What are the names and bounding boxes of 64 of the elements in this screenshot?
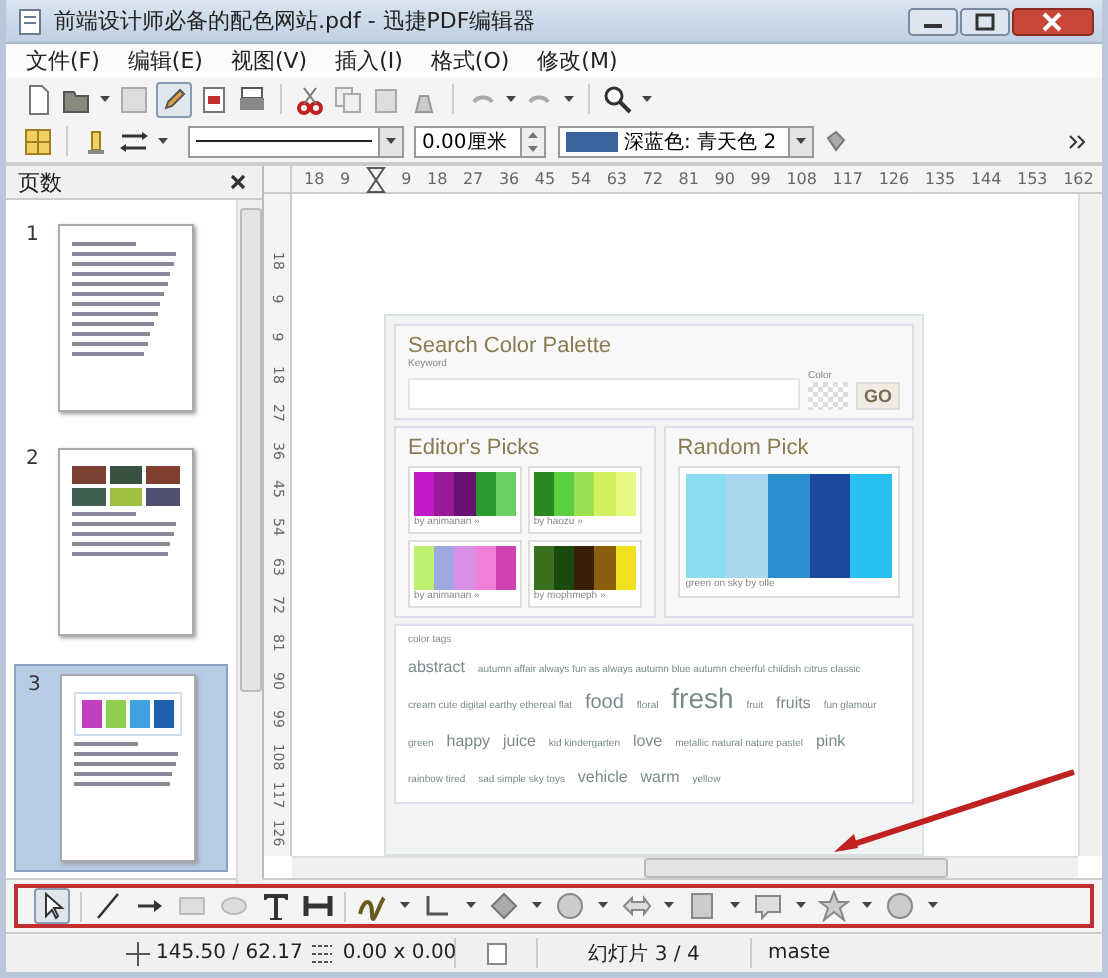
grid-icon[interactable] [22, 125, 54, 157]
master-page-name: maste [768, 942, 831, 964]
tag-link[interactable]: food [584, 692, 624, 715]
page-item[interactable]: 3 [14, 664, 228, 872]
circle-shape-icon[interactable] [884, 890, 916, 922]
section-title: Random Pick [677, 436, 811, 460]
edit-icon[interactable] [156, 81, 192, 117]
close-icon[interactable] [1012, 5, 1094, 37]
menu-item[interactable]: 文件(F) [26, 46, 100, 76]
menu-item[interactable]: 视图(V) [230, 46, 308, 76]
print-icon[interactable] [236, 83, 268, 115]
tag-link[interactable]: juice [503, 731, 536, 750]
menu-item[interactable]: 编辑(E) [127, 46, 203, 76]
page-item[interactable]: 2 [14, 440, 228, 644]
tag-link[interactable]: fresh [671, 682, 734, 715]
section-title: Editor's Picks [408, 436, 542, 460]
slide-counter: 幻灯片 3 / 4 [588, 941, 700, 967]
select-icon[interactable] [34, 888, 70, 924]
callout-icon[interactable] [752, 890, 784, 922]
tag-link[interactable]: love [632, 731, 663, 750]
color-swatch [566, 131, 618, 151]
tag-link[interactable]: fruits [776, 694, 811, 713]
text-tool-icon[interactable] [260, 890, 292, 922]
export-pdf-icon[interactable] [198, 83, 230, 115]
keyword-field[interactable] [408, 378, 800, 410]
horizontal-ruler: 18 9 9 18 27 36 45 54 63 72 81 90 99 108 117 126 135 144 153 162 [292, 166, 1102, 194]
page-number: 3 [28, 674, 43, 700]
window-title: 前端设计师必备的配色网站.pdf - 迅捷PDF编辑器 [54, 6, 538, 36]
menu-item[interactable]: 格式(O) [430, 46, 510, 76]
block-arrow-icon[interactable] [620, 890, 652, 922]
scrollbar[interactable] [292, 856, 1078, 878]
object-size: 0.00 x 0.00 [342, 942, 457, 964]
tag-link[interactable]: warm [640, 768, 680, 787]
connector-icon[interactable] [422, 890, 454, 922]
position-icon[interactable] [122, 937, 150, 969]
menu-item[interactable]: 修改(M) [537, 46, 618, 76]
cut-icon[interactable] [294, 83, 326, 115]
tag-link[interactable]: pink [815, 731, 846, 750]
maximize-icon[interactable] [960, 5, 1010, 37]
tag-link[interactable]: happy [446, 731, 491, 750]
fit-text-icon[interactable] [302, 890, 334, 922]
tag-link[interactable]: abstract [408, 658, 465, 676]
fill-color-dropdown[interactable]: 深蓝色: 青天色 2 [558, 125, 814, 157]
document-modified-icon[interactable] [482, 937, 510, 969]
indent-marker-icon[interactable] [365, 163, 386, 195]
star-icon[interactable] [818, 890, 850, 922]
line-icon[interactable] [92, 890, 124, 922]
menu-item[interactable]: 插入(I) [335, 46, 403, 76]
scrollbar[interactable] [236, 200, 262, 888]
color-picker[interactable] [807, 382, 848, 410]
page-number: 2 [26, 448, 41, 474]
go-button[interactable]: GO [855, 382, 900, 410]
panel-title: 页数 [18, 167, 62, 197]
scrollbar[interactable] [1078, 194, 1102, 856]
page-number: 1 [26, 224, 41, 250]
tag-link[interactable]: vehicle [577, 768, 628, 787]
page-item[interactable]: 1 [14, 216, 228, 420]
document-icon [14, 5, 46, 37]
cursor-position: 145.50 / 62.17 [156, 942, 303, 964]
line-style-dropdown[interactable] [188, 125, 404, 157]
diamond-icon[interactable] [488, 890, 520, 922]
minimize-icon[interactable] [908, 5, 958, 37]
search-title: Search Color Palette [408, 334, 613, 358]
zoom-icon[interactable] [602, 83, 634, 115]
